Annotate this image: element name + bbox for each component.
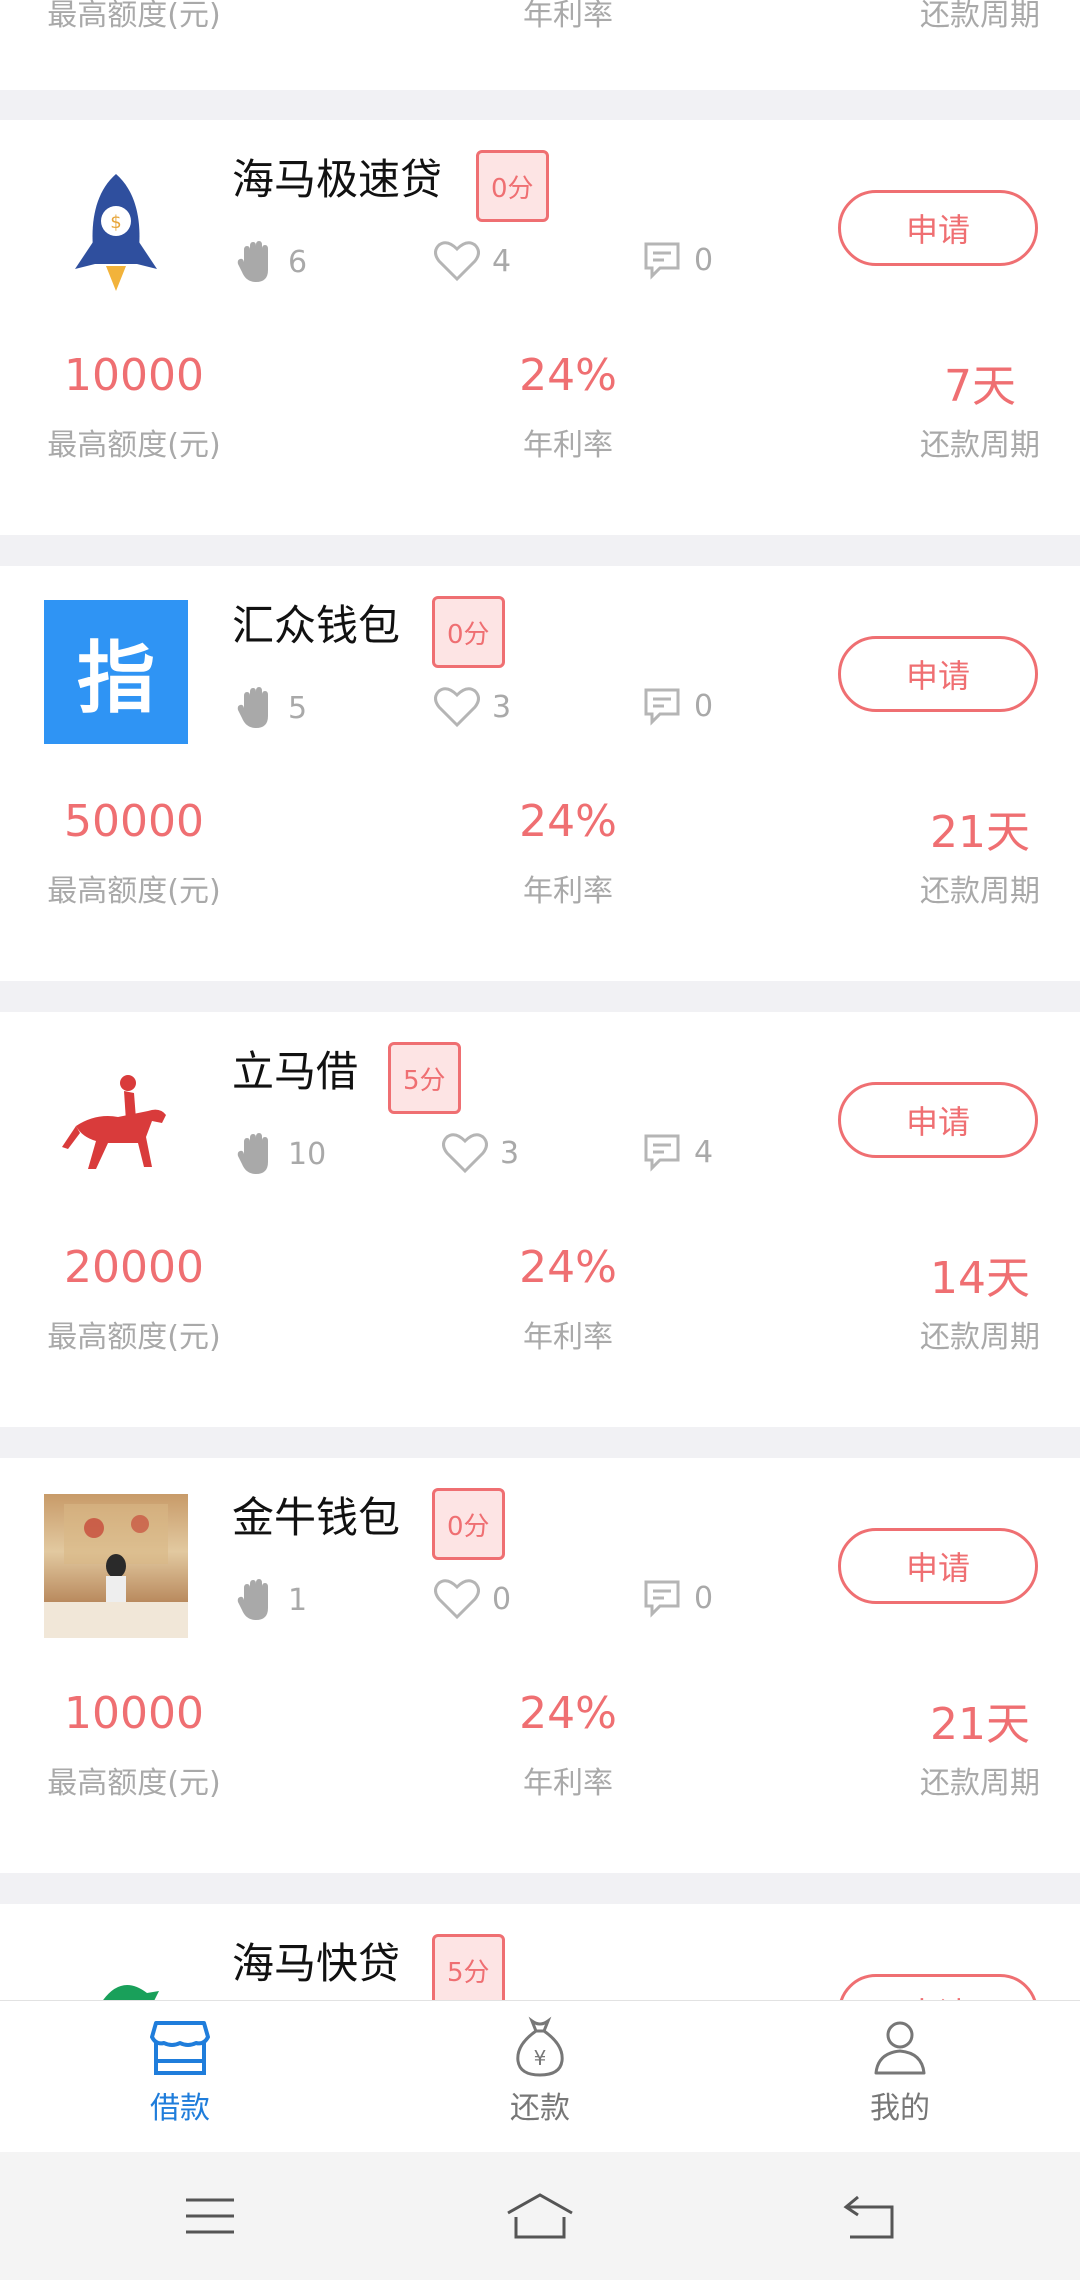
comment-icon — [644, 242, 680, 280]
svg-text:¥: ¥ — [534, 2046, 547, 2070]
loan-name: 金牛钱包 — [232, 1493, 401, 1542]
loan-name: 海马快贷 — [232, 1939, 401, 1988]
tab-repay[interactable]: ¥ 还款 — [440, 2015, 640, 2127]
score-badge: 5分 — [432, 1934, 505, 2000]
repayment-period: 21天 — [930, 1699, 1030, 1750]
apply-button[interactable]: 申请 — [838, 190, 1038, 266]
rate-label: 年利率 — [523, 1766, 613, 1801]
amount-label: 最高额度(元) — [47, 874, 221, 909]
loan-card[interactable]: 立马借 5分 10 3 4 申请 20000 24% 14天 最高额度(元) 年… — [0, 1012, 1080, 1427]
heart-icon — [434, 1579, 480, 1620]
tab-label: 我的 — [870, 2091, 930, 2126]
home-icon[interactable] — [500, 2182, 580, 2250]
seahorse-icon — [44, 1946, 188, 2000]
period-label: 还款周期 — [920, 874, 1040, 909]
repayment-period: 7天 — [944, 361, 1016, 412]
apply-button[interactable]: 申请 — [838, 1082, 1038, 1158]
apply-button[interactable]: 申请 — [838, 1974, 1038, 2000]
apply-button[interactable]: 申请 — [838, 636, 1038, 712]
score-badge: 5分 — [388, 1042, 461, 1114]
annual-rate: 24% — [519, 350, 617, 401]
likes-stat: 6 — [236, 240, 307, 284]
comments-stat: 4 — [642, 1132, 713, 1172]
heart-icon — [434, 687, 480, 728]
annual-rate: 24% — [519, 796, 617, 847]
comments-stat: 0 — [642, 240, 713, 280]
likes-stat: 10 — [236, 1132, 326, 1176]
heart-icon — [442, 1133, 488, 1174]
photo-logo — [44, 1494, 188, 1638]
rate-label: 年利率 — [523, 1320, 613, 1355]
period-label: 还款周期 — [920, 428, 1040, 463]
repayment-period: 21天 — [930, 807, 1030, 858]
period-label: 还款周期 — [920, 1320, 1040, 1355]
horse-rider-icon — [44, 1054, 188, 1198]
annual-rate: 24% — [519, 1242, 617, 1293]
score-badge: 0分 — [432, 596, 505, 668]
comment-icon — [644, 1580, 680, 1618]
tab-label: 还款 — [510, 2091, 570, 2126]
amount-label: 最高额度(元) — [47, 1766, 221, 1801]
loan-card[interactable]: $ 海马极速贷 0分 6 4 0 申请 10000 24% 7天 最高额度(元)… — [0, 120, 1080, 535]
comment-icon — [644, 1134, 680, 1172]
likes-stat: 1 — [236, 1578, 307, 1622]
menu-icon[interactable] — [170, 2182, 250, 2250]
rate-label: 年利率 — [523, 874, 613, 909]
tab-label: 借款 — [150, 2091, 210, 2126]
period-label: 还款周期 — [920, 0, 1040, 33]
max-amount: 10000 — [64, 350, 204, 401]
repayment-period: 14天 — [930, 1253, 1030, 1304]
comments-stat: 0 — [642, 686, 713, 726]
rocket-icon: $ — [44, 162, 188, 306]
comment-icon — [644, 688, 680, 726]
back-icon[interactable] — [830, 2182, 910, 2250]
hand-icon — [237, 1579, 268, 1620]
loan-card[interactable]: 指 汇众钱包 0分 5 3 0 申请 50000 24% 21天 最高额度(元)… — [0, 566, 1080, 981]
loan-card[interactable]: 海马快贷 5分 申请 — [0, 1904, 1080, 2000]
loan-card-partial-top: 最高额度(元) 年利率 还款周期 — [0, 0, 1080, 90]
max-amount: 20000 — [64, 1242, 204, 1293]
app-logo: 指 — [44, 600, 188, 744]
amount-label: 最高额度(元) — [47, 1320, 221, 1355]
favorites-stat: 4 — [434, 240, 511, 282]
amount-label: 最高额度(元) — [47, 0, 221, 33]
loan-list[interactable]: 最高额度(元) 年利率 还款周期 $ 海马极速贷 0分 6 4 0 申请 100… — [0, 0, 1080, 2000]
rate-label: 年利率 — [523, 428, 613, 463]
hand-icon — [237, 241, 268, 282]
period-label: 还款周期 — [920, 1766, 1040, 1801]
bottom-tab-bar: 借款 ¥ 还款 我的 — [0, 2000, 1080, 2152]
loan-name: 海马极速贷 — [232, 155, 443, 204]
loan-card[interactable]: 金牛钱包 0分 1 0 0 申请 10000 24% 21天 最高额度(元) 年… — [0, 1458, 1080, 1873]
apply-button[interactable]: 申请 — [838, 1528, 1038, 1604]
heart-icon — [434, 241, 480, 282]
user-icon — [874, 2021, 926, 2075]
comments-stat: 0 — [642, 1578, 713, 1618]
favorites-stat: 0 — [434, 1578, 511, 1620]
shop-icon — [150, 2021, 210, 2075]
tab-borrow[interactable]: 借款 — [80, 2015, 280, 2127]
max-amount: 10000 — [64, 1688, 204, 1739]
favorites-stat: 3 — [434, 686, 511, 728]
favorites-stat: 3 — [442, 1132, 519, 1174]
score-badge: 0分 — [476, 150, 549, 222]
hand-icon — [237, 1133, 268, 1174]
tab-mine[interactable]: 我的 — [800, 2015, 1000, 2127]
hand-icon — [237, 687, 268, 728]
score-badge: 0分 — [432, 1488, 505, 1560]
amount-label: 最高额度(元) — [47, 428, 221, 463]
system-nav-bar — [0, 2152, 1080, 2280]
loan-name: 立马借 — [232, 1047, 359, 1096]
likes-stat: 5 — [236, 686, 307, 730]
money-bag-icon: ¥ — [516, 2016, 564, 2077]
app-screen: 最高额度(元) 年利率 还款周期 $ 海马极速贷 0分 6 4 0 申请 100… — [0, 0, 1080, 2280]
rate-label: 年利率 — [523, 0, 613, 33]
annual-rate: 24% — [519, 1688, 617, 1739]
loan-name: 汇众钱包 — [232, 601, 401, 650]
svg-text:$: $ — [110, 212, 121, 233]
max-amount: 50000 — [64, 796, 204, 847]
